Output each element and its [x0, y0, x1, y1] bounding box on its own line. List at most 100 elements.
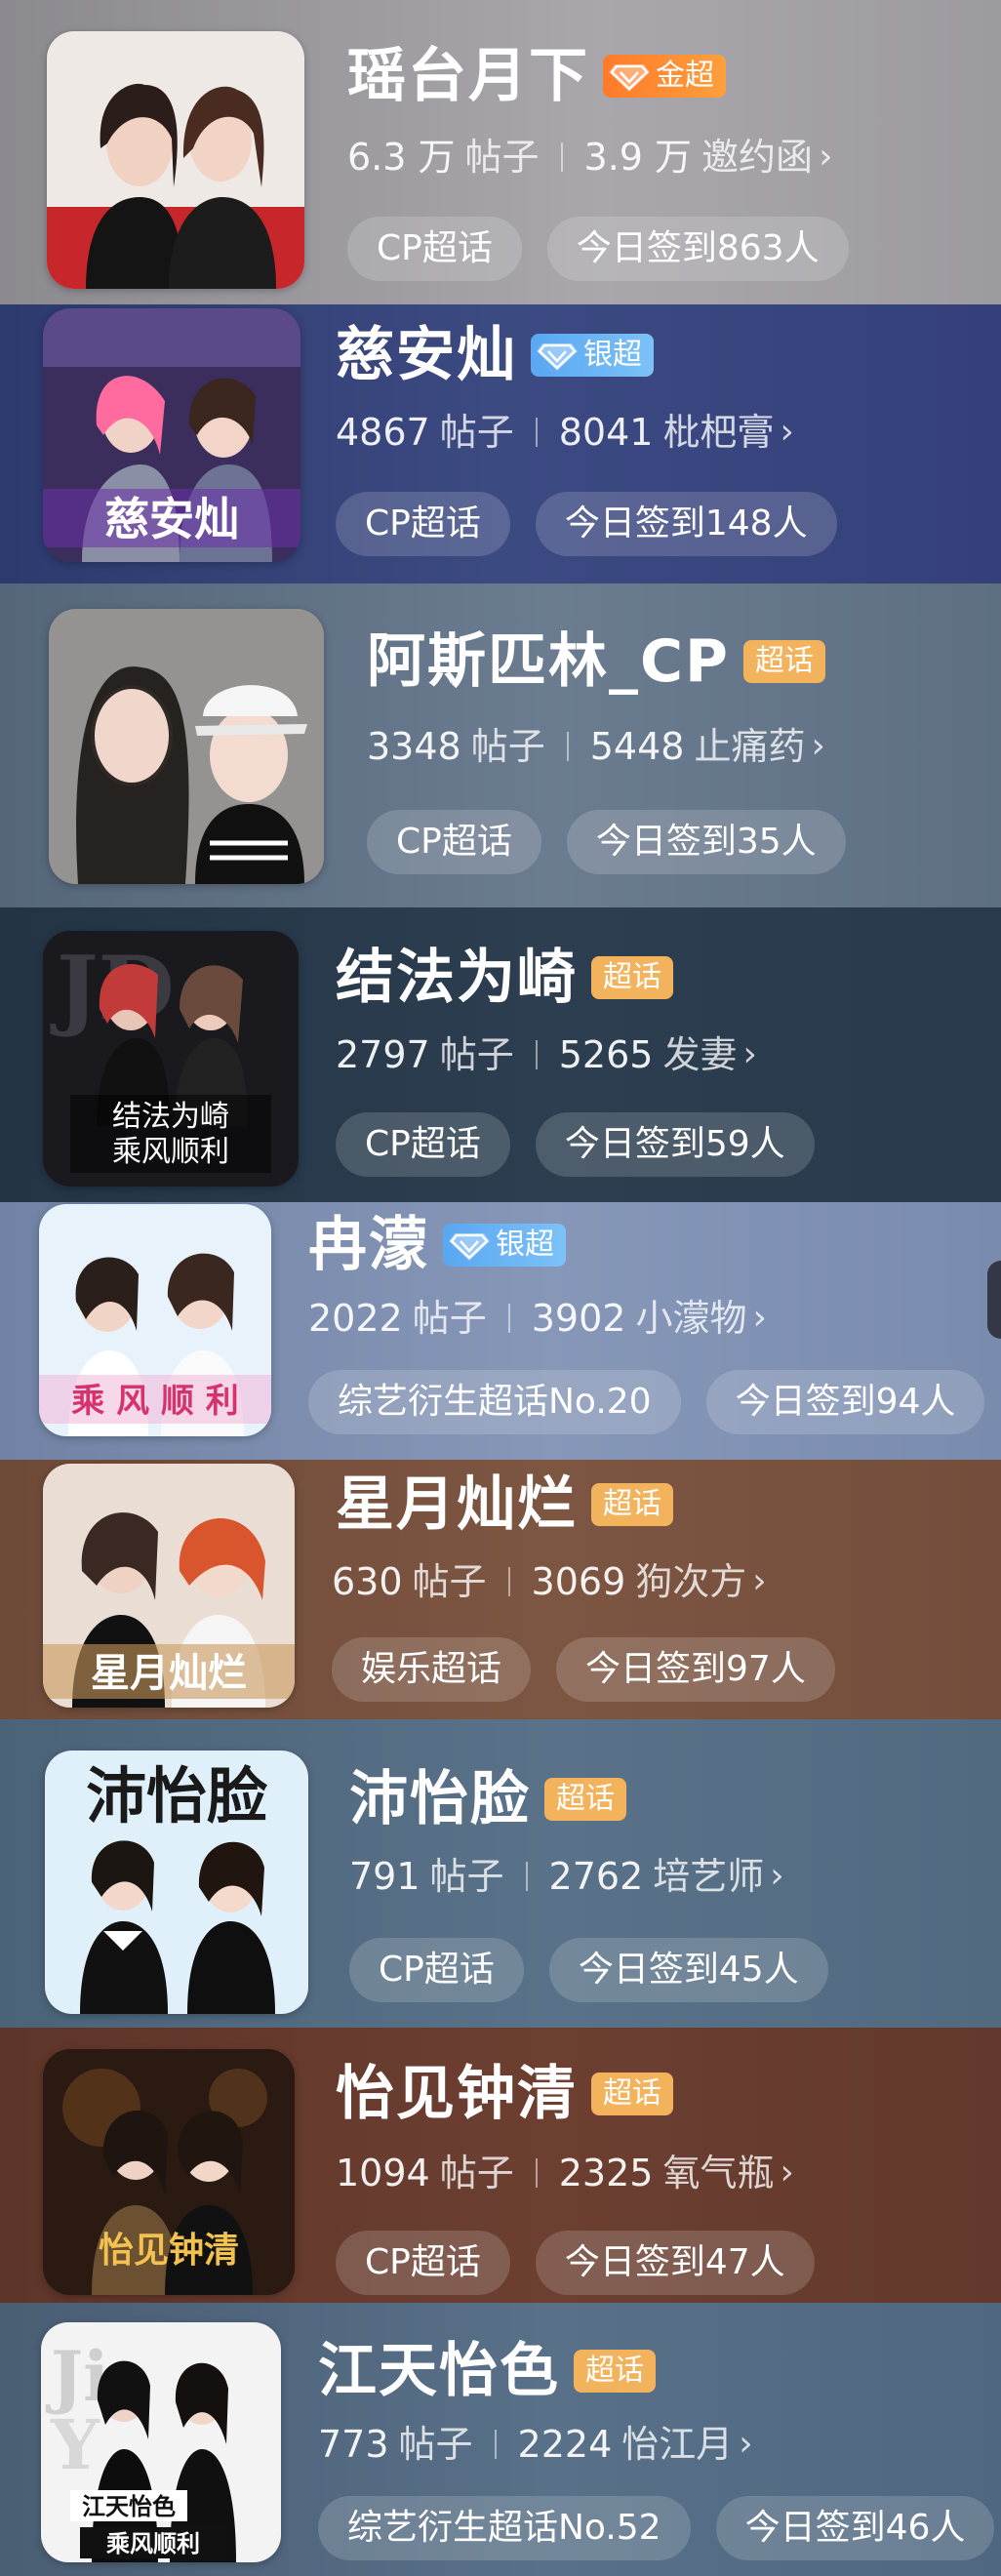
supertopic-card[interactable]: 星月灿烂 星月灿烂 超话 630 帖子 3069 狗次方 › 娱乐超话 今日签到… — [0, 1460, 1001, 1719]
super-badge: 超话 — [743, 640, 826, 683]
post-unit: 帖子 — [412, 1560, 487, 1603]
stats-divider — [566, 732, 569, 761]
cover-caption: 慈安灿 — [104, 493, 239, 545]
fan-name-link[interactable]: 小濛物 — [635, 1300, 746, 1337]
diamond-icon — [449, 1233, 490, 1261]
chevron-right-icon[interactable]: › — [780, 415, 793, 450]
post-unit: 帖子 — [439, 411, 514, 454]
stats-divider — [525, 1862, 528, 1891]
stats-divider — [507, 1567, 510, 1596]
badge-label: 银超 — [496, 1228, 554, 1262]
supertopic-cover-image: 怡见钟清 — [43, 2049, 295, 2295]
fan-name-link[interactable]: 狗次方 — [635, 1563, 746, 1600]
supertopic-cover-image: 星月灿烂 — [43, 1464, 295, 1708]
supertopic-stats: 3348 帖子 5448 止痛药 › — [367, 728, 825, 765]
supertopic-title: 沛怡脸 — [349, 1765, 531, 1833]
checkin-count-tag[interactable]: 今日签到94人 — [705, 1370, 985, 1434]
chevron-right-icon[interactable]: › — [752, 1301, 766, 1336]
fan-name-link[interactable]: 氧气瓶 — [662, 2154, 774, 2192]
chevron-right-icon[interactable]: › — [742, 1037, 756, 1072]
post-count: 1094 — [336, 2152, 430, 2194]
supertopic-card[interactable]: 阿斯匹林_CP 超话 3348 帖子 5448 止痛药 › CP超话 今日签到3… — [0, 584, 1001, 907]
stats-divider — [535, 1040, 538, 1069]
fan-name-link[interactable]: 怡江月 — [621, 2426, 733, 2463]
stats-divider — [535, 418, 538, 447]
diamond-icon — [609, 64, 650, 92]
checkin-count-tag[interactable]: 今日签到148人 — [535, 492, 837, 556]
cover-caption: 怡见钟清 — [99, 2230, 239, 2271]
cover-caption: 江天怡色 — [82, 2493, 176, 2520]
post-unit: 帖子 — [398, 2423, 473, 2466]
post-count: 4867 — [336, 411, 430, 454]
category-tag[interactable]: CP超话 — [336, 1112, 510, 1177]
category-tag[interactable]: CP超话 — [336, 492, 510, 556]
supertopic-card[interactable]: Ji Y 江天怡色 乘风顺利 江天怡色 超话 773 帖子 2224 怡江月 ›… — [0, 2303, 1001, 2576]
supertopic-card[interactable]: JD 结法为崎 乘风顺利 结法为崎 超话 2797 帖子 5265 发妻 › — [0, 907, 1001, 1202]
cover-caption: 乘风顺利 — [112, 1135, 229, 1169]
supertopic-list: 瑶台月下 金超 6.3 万 帖子 3.9 万 邀约函 › CP超话 今日签到86… — [0, 0, 1001, 2576]
post-count: 791 — [349, 1855, 420, 1898]
category-tag[interactable]: 娱乐超话 — [332, 1637, 532, 1702]
chevron-right-icon[interactable]: › — [780, 2155, 793, 2191]
fan-count: 2224 — [517, 2423, 613, 2466]
checkin-count-tag[interactable]: 今日签到97人 — [556, 1637, 835, 1702]
post-unit: 帖子 — [412, 1297, 487, 1340]
chevron-right-icon[interactable]: › — [811, 729, 824, 764]
supertopic-title: 江天怡色 — [318, 2337, 560, 2405]
chevron-right-icon[interactable]: › — [752, 1564, 766, 1599]
checkin-count-tag[interactable]: 今日签到46人 — [715, 2496, 995, 2560]
post-count: 630 — [332, 1560, 403, 1603]
supertopic-stats: 4867 帖子 8041 枇杷膏 › — [336, 414, 794, 451]
silver-super-badge: 银超 — [443, 1224, 566, 1267]
scroll-handle[interactable] — [987, 1261, 1001, 1339]
chevron-right-icon[interactable]: › — [819, 140, 832, 175]
fan-count: 3.9 万 — [583, 136, 693, 179]
supertopic-card[interactable]: 慈安灿 慈安灿 银超 4867 帖子 8041 枇杷膏 › CP超话 今日签到1… — [0, 304, 1001, 584]
category-tag[interactable]: CP超话 — [349, 1938, 524, 2002]
supertopic-cover-image: 慈安灿 — [43, 308, 300, 562]
chevron-right-icon[interactable]: › — [770, 1859, 783, 1894]
category-tag[interactable]: 综艺衍生超话No.52 — [318, 2496, 691, 2560]
fan-count: 5448 — [589, 725, 685, 768]
gold-super-badge: 金超 — [603, 55, 726, 98]
supertopic-title: 慈安灿 — [336, 321, 517, 389]
supertopic-card[interactable]: 乘 风 顺 利 冉濛 银超 2022 帖子 3902 小濛物 › 综艺衍生超话N… — [0, 1202, 1001, 1460]
post-count: 6.3 万 — [347, 136, 456, 179]
badge-label: 银超 — [583, 338, 642, 372]
cover-caption: 乘 风 顺 利 — [71, 1382, 239, 1421]
post-unit: 帖子 — [464, 136, 540, 179]
chevron-right-icon[interactable]: › — [739, 2427, 752, 2462]
supertopic-title: 瑶台月下 — [347, 42, 589, 110]
fan-name-link[interactable]: 枇杷膏 — [662, 414, 774, 451]
supertopic-title: 星月灿烂 — [336, 1470, 578, 1539]
category-tag[interactable]: CP超话 — [347, 217, 522, 281]
checkin-count-tag[interactable]: 今日签到35人 — [566, 810, 846, 874]
checkin-count-tag[interactable]: 今日签到59人 — [535, 1112, 815, 1177]
fan-name-link[interactable]: 发妻 — [662, 1036, 737, 1073]
supertopic-card[interactable]: 怡见钟清 怡见钟清 超话 1094 帖子 2325 氧气瓶 › CP超话 今日签… — [0, 2028, 1001, 2303]
supertopic-card[interactable]: 沛怡脸 沛怡脸 超话 791 帖子 2762 培艺师 › CP超话 今日签到45… — [0, 1719, 1001, 2028]
fan-count: 3902 — [531, 1297, 626, 1340]
supertopic-title: 结法为崎 — [336, 944, 578, 1012]
supertopic-cover-image: Ji Y 江天怡色 乘风顺利 — [41, 2322, 281, 2562]
fan-name-link[interactable]: 培艺师 — [653, 1858, 764, 1895]
category-tag[interactable]: CP超话 — [336, 2231, 510, 2295]
supertopic-card[interactable]: 瑶台月下 金超 6.3 万 帖子 3.9 万 邀约函 › CP超话 今日签到86… — [0, 0, 1001, 304]
checkin-count-tag[interactable]: 今日签到45人 — [548, 1938, 828, 2002]
supertopic-stats: 2022 帖子 3902 小濛物 › — [308, 1300, 767, 1337]
cover-caption: 沛怡脸 — [86, 1760, 268, 1831]
fan-count: 5265 — [558, 1033, 654, 1076]
category-tag[interactable]: 综艺衍生超话No.20 — [308, 1370, 681, 1434]
supertopic-cover-image — [49, 609, 324, 884]
checkin-count-tag[interactable]: 今日签到863人 — [546, 217, 849, 281]
fan-name-link[interactable]: 邀约函 — [701, 139, 813, 176]
post-unit: 帖子 — [429, 1855, 504, 1898]
fan-count: 3069 — [531, 1560, 626, 1603]
category-tag[interactable]: CP超话 — [367, 810, 541, 874]
checkin-count-tag[interactable]: 今日签到47人 — [535, 2231, 815, 2295]
diamond-icon — [537, 343, 578, 371]
supertopic-title: 阿斯匹林_CP — [367, 627, 731, 696]
fan-name-link[interactable]: 止痛药 — [694, 728, 805, 765]
silver-super-badge: 银超 — [531, 334, 654, 377]
cover-caption: 星月灿烂 — [91, 1651, 247, 1696]
